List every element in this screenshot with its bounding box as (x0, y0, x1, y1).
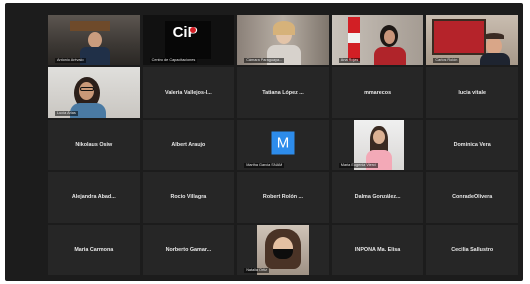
mic-muted-icon (145, 58, 149, 63)
participant-tile[interactable]: ConradeOlivera (426, 172, 518, 223)
participant-tile[interactable]: Robert Rolón ... (237, 172, 329, 223)
participant-tile[interactable]: M Martha Garcia SNAM (237, 119, 329, 171)
participant-tile[interactable]: Nikolaus Osiw (48, 119, 140, 171)
participant-tile[interactable]: Ana Rojas (331, 15, 424, 66)
mic-muted-icon (239, 163, 243, 168)
mic-muted-icon (145, 268, 149, 273)
mic-muted-icon (239, 58, 243, 63)
participant-name: Rocio Villagra (170, 194, 207, 201)
participant-tile[interactable]: Maria Eugenia Vierci (331, 119, 424, 171)
participant-label: Lucía Arias (55, 110, 78, 116)
mic-muted-icon (334, 111, 338, 116)
participant-name: ConradeOlivera (452, 194, 493, 201)
mic-muted-icon (50, 58, 54, 63)
mic-muted-icon (50, 216, 54, 221)
mic-muted-icon (239, 268, 243, 273)
participant-label: Cámara Paraguaya... (244, 58, 285, 64)
mic-muted-icon (428, 163, 432, 168)
gallery-grid: Antonio Arévalo CiP Centro de Capacitacion… (48, 15, 518, 275)
participant-tile[interactable]: Natalia Ortiz (237, 224, 329, 275)
participant-tile[interactable]: Albert Araujo (142, 119, 235, 171)
participant-name: Nikolaus Osiw (75, 141, 113, 148)
mic-muted-icon (239, 216, 243, 221)
participant-label: Carlos Rolón (433, 58, 460, 64)
mic-muted-icon (334, 216, 338, 221)
participant-name: Maria Carmona (74, 246, 114, 253)
participant-tile[interactable]: Carlos Rolón (426, 15, 518, 66)
mic-muted-icon (428, 58, 432, 63)
participant-tile[interactable]: Norberto Gamar... (142, 224, 235, 275)
participant-tile[interactable]: Alejandra Abad... (48, 172, 140, 223)
participant-tile[interactable]: Dalma González... (331, 172, 424, 223)
participant-name: lucia vitale (458, 89, 486, 96)
participant-name: Alejandra Abad... (71, 194, 116, 201)
participant-tile[interactable]: Valeria Vallejos-I... (142, 67, 235, 118)
participant-label: Centro de Capacitaciones (149, 58, 198, 64)
participant-avatar: M (271, 131, 295, 155)
participant-name: INPONA Ma. Elisa (354, 246, 401, 253)
mic-muted-icon (145, 111, 149, 116)
mic-muted-icon (50, 163, 54, 168)
participant-name: Dalma González... (354, 194, 401, 201)
mic-muted-icon (50, 111, 54, 116)
participant-tile[interactable]: Cámara Paraguaya... (237, 15, 329, 66)
participant-label: Natalia Ortiz (244, 268, 270, 273)
mic-muted-icon (145, 163, 149, 168)
participant-name: Robert Rolón ... (262, 194, 304, 201)
mic-muted-icon (50, 268, 54, 273)
participant-tile[interactable]: Lucía Arias (48, 67, 140, 118)
mic-muted-icon (145, 216, 149, 221)
participant-tile[interactable]: Dominica Vera (426, 119, 518, 171)
participant-name: mmarecos (364, 89, 392, 96)
participant-tile[interactable]: Maria Carmona (48, 224, 140, 275)
participant-name: Tatiana López ... (262, 89, 304, 96)
participant-name: Valeria Vallejos-I... (165, 89, 212, 96)
participant-label: Antonio Arévalo (55, 58, 86, 64)
participant-tile[interactable]: Cecilia Sallustro (426, 224, 518, 275)
participant-name: Norberto Gamar... (165, 246, 212, 253)
mic-muted-icon (428, 268, 432, 273)
mic-muted-icon (428, 111, 432, 116)
participant-label: Maria Eugenia Vierci (338, 163, 378, 169)
participant-name: Dominica Vera (453, 141, 491, 148)
participant-name: Cecilia Sallustro (451, 246, 494, 253)
participant-tile[interactable]: lucia vitale (426, 67, 518, 118)
participant-label: Ana Rojas (338, 58, 361, 64)
mic-muted-icon (334, 58, 338, 63)
participant-tile[interactable]: Antonio Arévalo (48, 15, 140, 66)
participant-tile[interactable]: CiP Centro de Capacitaciones (142, 15, 235, 66)
mic-muted-icon (428, 216, 432, 221)
participant-name: Albert Araujo (171, 141, 206, 148)
participant-tile[interactable]: INPONA Ma. Elisa (331, 224, 424, 275)
mic-muted-icon (334, 268, 338, 273)
participant-tile[interactable]: Tatiana López ... (237, 67, 329, 118)
mic-muted-icon (334, 163, 338, 168)
mic-muted-icon (239, 111, 243, 116)
participant-label: Martha Garcia SNAM (244, 163, 285, 169)
zoom-meeting-window: Antonio Arévalo CiP Centro de Capacitacion… (5, 3, 523, 281)
participant-tile[interactable]: Rocio Villagra (142, 172, 235, 223)
participant-tile[interactable]: mmarecos (331, 67, 424, 118)
